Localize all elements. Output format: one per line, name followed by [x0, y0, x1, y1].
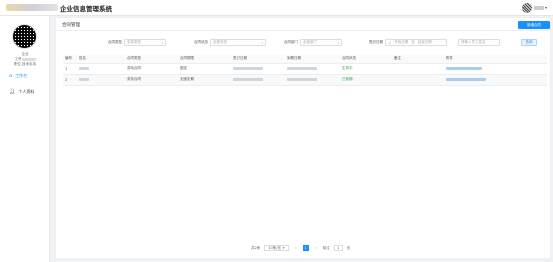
- pagination-total: 共2条: [251, 245, 261, 250]
- cell-note: [392, 63, 444, 75]
- chevron-down-icon: ▾: [545, 5, 548, 10]
- chevron-down-icon: ▾: [261, 40, 263, 45]
- employee-search-input[interactable]: 请输入员工姓名: [458, 39, 500, 46]
- page-unit-label: 页: [346, 245, 351, 250]
- home-icon: ⌂: [9, 73, 13, 79]
- pagination: 共2条 10条/页 ▾ ‹ 1 › 前往 1 页: [251, 245, 350, 251]
- user-icon: 👤︎: [9, 89, 16, 95]
- next-page-button[interactable]: ›: [313, 245, 319, 251]
- filter-label: 合同状态: [194, 40, 208, 44]
- cell-status: 生效中: [340, 63, 392, 75]
- cell-no: 2: [63, 74, 77, 86]
- new-contract-button[interactable]: 新增合同: [518, 21, 550, 29]
- col-header: 备注: [392, 55, 444, 64]
- sidebar-item-profile[interactable]: 👤︎ 个人资料: [9, 89, 34, 95]
- main-panel: 合同管理 新增合同 合同类型 全部类型 ▾ 合同状态 全部状态 ▾ 合同部门 全部部…: [55, 17, 551, 259]
- cell-term: 无固定期: [178, 74, 231, 86]
- top-bar: 企业信息管理系统 ▾: [0, 0, 553, 16]
- tab-divider: [56, 30, 550, 31]
- user-menu[interactable]: ▾: [534, 5, 547, 10]
- filter-label: 合同部门: [284, 40, 298, 44]
- sidebar-item-dashboard[interactable]: ⌂ 工作台: [9, 73, 27, 79]
- col-header: 合同状态: [340, 55, 392, 64]
- contract-table: 编号 姓名 合同类型 合同期限 签订日期 到期日期 合同状态 备注 附件 1 劳…: [63, 55, 547, 86]
- sign-date-range-picker[interactable]: ▭ 开始日期至结束日期: [385, 39, 447, 46]
- user-name-redacted: [534, 6, 544, 10]
- page-number-button[interactable]: 1: [302, 245, 309, 251]
- cell-attachment-link[interactable]: [444, 63, 547, 75]
- goto-page-input[interactable]: 1: [333, 245, 343, 251]
- page-size-select[interactable]: 10条/页 ▾: [264, 245, 289, 251]
- chevron-down-icon: ▾: [161, 40, 163, 45]
- profile-id: 工号: [0, 57, 50, 62]
- profile-qr-code: [12, 24, 37, 49]
- filter-contract-type: 合同类型 全部类型 ▾: [108, 39, 166, 46]
- col-header: 合同类型: [125, 55, 178, 64]
- col-header: 签订日期: [231, 55, 285, 64]
- sidebar-item-label: 工作台: [15, 73, 28, 78]
- cell-note: [392, 74, 444, 86]
- col-header: 合同期限: [178, 55, 231, 64]
- table-header-row: 编号 姓名 合同类型 合同期限 签订日期 到期日期 合同状态 备注 附件: [63, 55, 547, 64]
- cell-sign-date: [231, 63, 285, 75]
- filter-contract-dept: 合同部门 全部部门 ▾: [284, 39, 342, 46]
- cell-name: [77, 63, 125, 75]
- contract-dept-select[interactable]: 全部部门 ▾: [300, 39, 342, 46]
- chevron-down-icon: ▾: [337, 40, 339, 45]
- filter-contract-status: 合同状态 全部状态 ▾: [194, 39, 266, 46]
- cell-no: 1: [63, 63, 77, 75]
- col-header: 姓名: [77, 55, 125, 64]
- search-button[interactable]: 查询: [521, 39, 537, 46]
- cell-attachment-link[interactable]: [444, 74, 547, 86]
- app-title: 企业信息管理系统: [60, 5, 112, 13]
- company-logo: [6, 4, 58, 11]
- cell-name: [77, 74, 125, 86]
- profile-name: 企业: [21, 52, 29, 56]
- cell-status: 已到期: [340, 74, 392, 86]
- cell-end-date: [285, 63, 340, 75]
- col-header: 附件: [444, 55, 547, 64]
- cell-type: 劳务合同: [125, 74, 178, 86]
- chevron-down-icon: ▾: [282, 246, 285, 250]
- prev-page-button[interactable]: ‹: [293, 245, 299, 251]
- filter-label: 签约日期: [369, 40, 383, 44]
- cell-end-date: [285, 74, 340, 86]
- user-avatar[interactable]: [522, 3, 532, 13]
- sidebar-item-label: 个人资料: [18, 89, 35, 94]
- table-row: 1 劳动合同 固定 生效中: [63, 63, 547, 75]
- profile-position: 职位 技术支持: [13, 62, 37, 66]
- col-header: 到期日期: [285, 55, 340, 64]
- goto-label: 前往: [322, 245, 330, 250]
- cell-type: 劳动合同: [125, 63, 178, 75]
- filter-sign-date: 签约日期 ▭ 开始日期至结束日期: [369, 39, 447, 46]
- filter-label: 合同类型: [108, 40, 122, 44]
- col-header: 编号: [63, 55, 77, 64]
- table-row: 2 劳务合同 无固定期 已到期: [63, 74, 547, 86]
- cell-sign-date: [231, 74, 285, 86]
- sidebar: 企业 工号 职位 技术支持 ⌂ 工作台 👤︎ 个人资料: [0, 16, 50, 262]
- contract-status-select[interactable]: 全部状态 ▾: [210, 39, 266, 46]
- cell-term: 固定: [178, 63, 231, 75]
- tab-contract-management[interactable]: 合同管理: [62, 20, 80, 30]
- contract-type-select[interactable]: 全部类型 ▾: [124, 39, 166, 46]
- calendar-icon: ▭: [388, 40, 392, 45]
